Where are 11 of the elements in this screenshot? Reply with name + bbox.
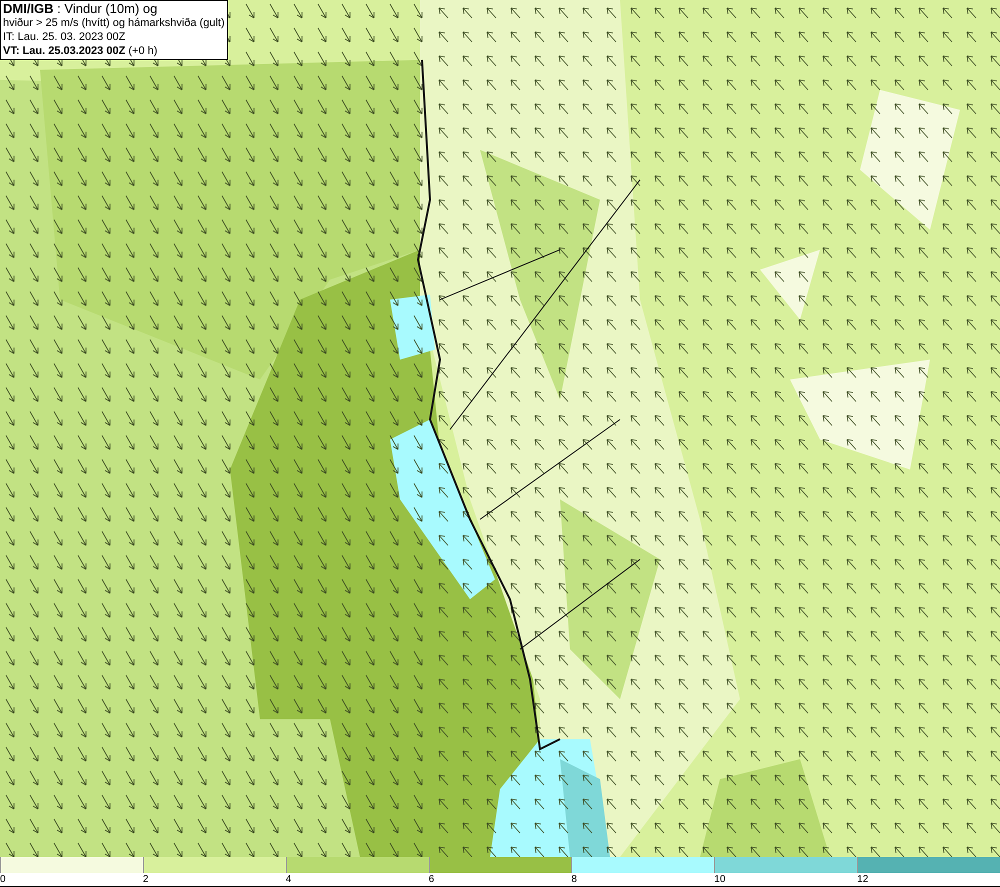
legend-label: 4 [286, 873, 292, 886]
legend-label: 10 [714, 873, 726, 886]
legend-label: 0 [0, 873, 6, 886]
legend-label: 6 [428, 873, 434, 886]
legend-label: 2 [142, 873, 148, 886]
title-line: hviður > 25 m/s (hvítt) og hámarkshviða (gult) [3, 16, 225, 30]
title-line: VT: Lau. 25.03.2023 00Z (+0 h) [3, 44, 158, 58]
title-line: IT: Lau. 25. 03. 2023 00Z [3, 30, 126, 44]
legend-label: 8 [571, 873, 577, 886]
legend-label: 12 [857, 873, 868, 886]
title-line: DMI/IGB : Vindur (10m) og [3, 2, 158, 16]
